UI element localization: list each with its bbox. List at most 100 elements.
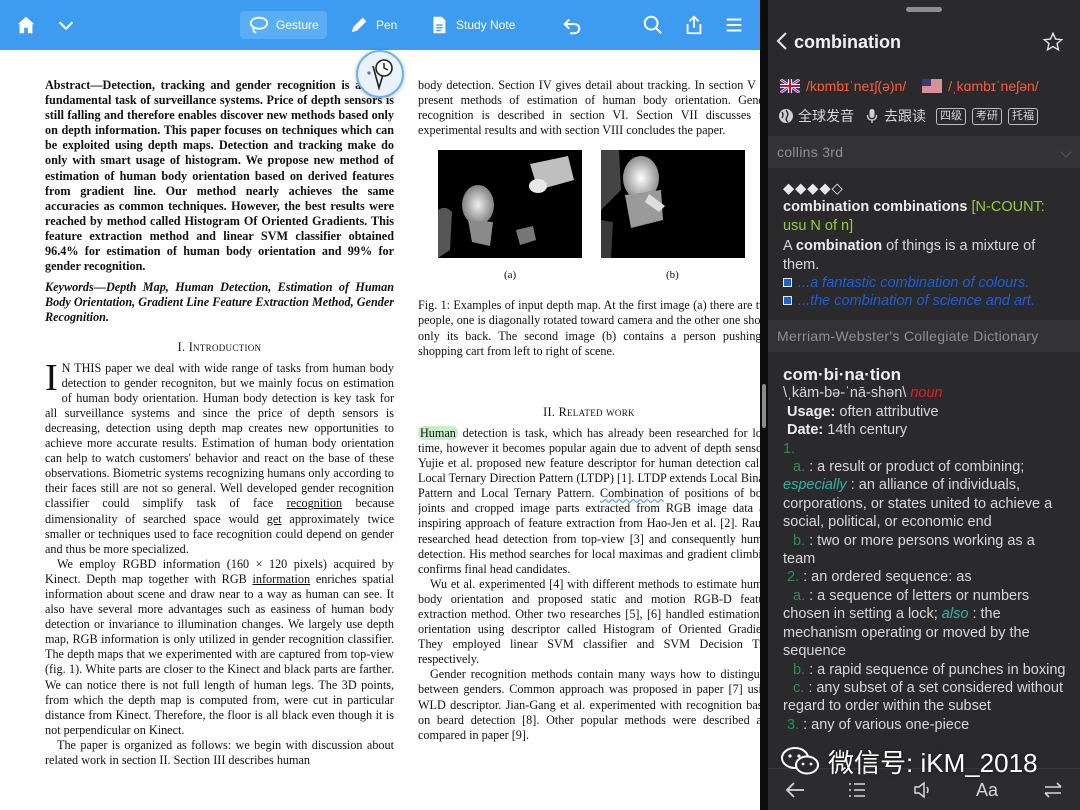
share-icon[interactable] [682,13,706,37]
speaker-button[interactable] [912,779,934,801]
gesture-timer-button[interactable] [356,50,404,98]
watermark-text: 微信号: iKM_2018 [828,747,1038,778]
mw-sense-1b-letter: b. [793,532,806,549]
tool-pen-label: Pen [376,18,398,32]
exam-tag-cet4: 四级 [936,107,966,125]
mw-sense-2a-letter: a. [793,587,806,604]
exam-tag-toefl: 托福 [1008,107,1038,125]
depth-map-a [438,150,582,259]
wechat-watermark: 微信号: iKM_2018 [780,744,1038,778]
figure-1: (a) (b) [418,150,760,290]
tool-study-note-label: Study Note [456,18,516,32]
mw-sense-2c-letter: c. [793,679,805,696]
collins-example-1[interactable]: ...a fantastic combination of colours. [783,274,1071,292]
frequency-stars: ◆◆◆◆◇ [783,181,844,197]
wechat-logo-icon [781,747,819,775]
follow-read-button[interactable]: 去跟读 [864,106,926,126]
chevron-left-icon [776,32,787,50]
uk-ipa[interactable]: /kɒmbɪˈneɪʃ(ə)n/ [806,78,906,94]
pronunciation-row: /kɒmbɪˈneɪʃ(ə)n/ /ˌkɑmbɪˈneʃən/ [779,77,1080,100]
global-pronunciation-button[interactable]: 全球发音 [778,106,854,126]
related-paragraph-3: Gender recognition methods contain many … [418,667,760,742]
mw-usage-label: Usage: [787,403,836,420]
collins-entry: ◆◆◆◆◇ combination combinations [N-COUNT:… [783,180,1071,311]
mw-sense-3-number: 3. [787,716,800,733]
list-icon [849,783,865,797]
depth-map-b [601,150,745,259]
tool-pen[interactable]: Pen [340,11,405,39]
abstract: Abstract—Detection, tracking and gender … [45,78,394,274]
chevron-down-icon[interactable] [54,13,78,37]
font-size-label: Aa [976,779,999,800]
annotated-word-get[interactable]: get [267,512,282,526]
split-view-divider[interactable] [760,0,768,810]
intro-text-2b: enriches spatial information about scene… [45,571,395,737]
swap-button[interactable] [1042,779,1064,801]
collins-example-1-text: ...a fantastic combination of colours. [798,275,1030,292]
follow-read-label: 去跟读 [884,108,926,124]
reader-toolbar: Gesture Pen Study Note [0,0,760,50]
related-paragraph-1: Human detection is task, which has alrea… [418,425,760,577]
subfigure-label-b: (b) [666,269,679,282]
annotated-word-information[interactable]: information [253,572,311,586]
pdf-column-left: Abstract—Detection, tracking and gender … [45,78,394,768]
mw-sense-1b-text: : two or more persons working as a team [783,532,1035,568]
section-header-merriam-webster[interactable]: Merriam-Webster's Collegiate Dictionary [768,320,1080,352]
contents-button[interactable] [846,779,868,801]
pen-icon [351,17,367,33]
mw-sense-2a-also: also [941,606,969,623]
tool-gesture-label: Gesture [276,18,319,32]
mw-sense-2c-text: : any subset of a set considered without… [783,679,1064,715]
home-icon[interactable] [14,13,38,37]
collins-def-bold: combination [795,238,883,255]
lasso-icon [249,16,269,34]
us-flag-icon[interactable] [922,79,943,93]
tool-study-note[interactable]: Study Note [420,11,523,39]
looked-up-word-combination[interactable]: Combination [600,486,664,500]
section-header-collins[interactable]: collins 3rd [768,136,1080,168]
mw-sense-1b: b. : two or more persons working as a te… [783,532,1071,569]
pdf-page[interactable]: Abstract—Detection, tracking and gender … [0,50,760,810]
mw-sense-2: 2. : an ordered sequence: as [783,568,1071,586]
collins-header-label: collins 3rd [777,144,844,160]
annotated-word-recognition[interactable]: recognition [287,496,343,510]
mw-usage: often attributive [839,403,939,420]
intro-paragraph-2: We employ RGBD information (160 × 120 pi… [45,557,394,738]
mw-sense-2b-text: : a rapid sequence of punches in boxing [809,661,1066,678]
keywords: Keywords—Depth Map, Human Detection, Est… [45,280,394,325]
us-ipa[interactable]: /ˌkɑmbɪˈneʃən/ [948,78,1039,94]
chevron-down-icon [1060,146,1072,158]
tool-gesture[interactable]: Gesture [240,11,327,39]
search-icon[interactable] [641,13,665,37]
back-arrow-button[interactable] [784,779,806,801]
intro-paragraph-3: The paper is organized as follows: we be… [45,737,394,768]
undo-icon[interactable] [560,13,584,37]
pdf-reader: Gesture Pen Study Note Abstract—Detectio… [0,0,760,810]
example-marker-icon [783,278,792,288]
global-pronunciation-label: 全球发音 [798,108,854,124]
mw-sense-1a: a. : a result or product of combining; e… [783,458,1071,532]
mw-sense-2a: a. : a sequence of letters or numbers ch… [783,587,1071,661]
back-button[interactable] [776,31,788,55]
section-heading-related-work: II. Related work [543,404,635,419]
mw-sense-1-number: 1. [783,440,796,457]
mw-date: 14th century [827,422,908,439]
speaker-icon [914,781,929,799]
collins-example-2[interactable]: ...the combination of science and art. [783,292,1071,310]
menu-icon[interactable] [722,13,746,37]
collins-def-a: A [783,238,792,255]
mw-sense-1a-especially: especially [783,477,847,494]
subfigure-label-a: (a) [504,269,517,282]
mw-sense-2-text: : an ordered sequence: as [803,569,972,586]
mw-sense-2b-letter: b. [793,661,806,678]
favorite-button[interactable] [1042,31,1064,53]
highlighted-word-human[interactable]: Human [418,425,458,440]
panel-grabber[interactable] [906,7,942,12]
gesture-clock-icon [367,59,393,91]
uk-flag-icon[interactable] [779,77,801,95]
mw-sense-2-number: 2. [787,569,800,586]
microphone-icon [866,109,878,123]
divider-handle[interactable] [762,384,766,428]
collins-headword: combination combinations [783,199,968,216]
font-size-button[interactable]: Aa [976,779,998,801]
